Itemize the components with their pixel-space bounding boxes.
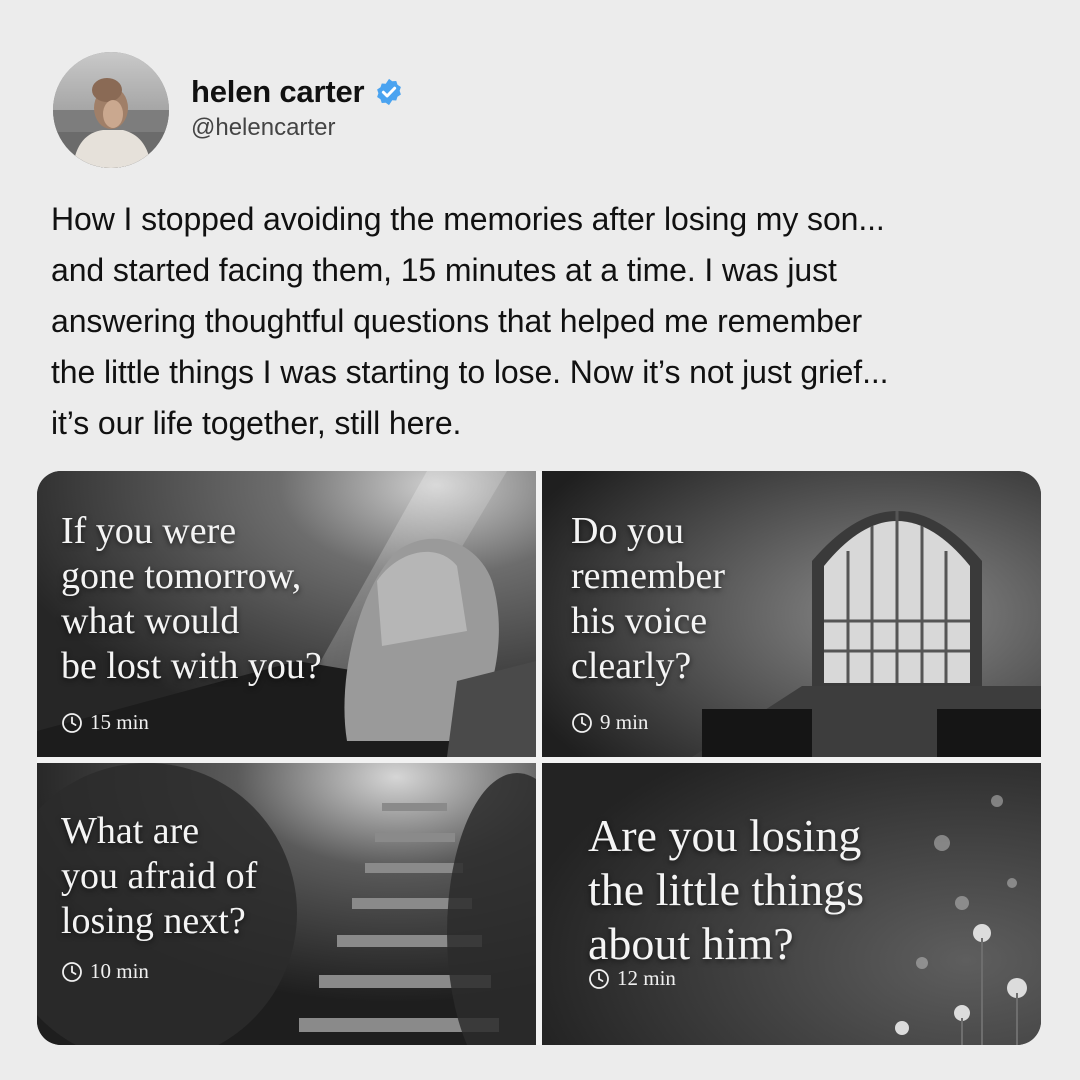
question-card-4[interactable]: Are you losing the little things about h… <box>542 763 1041 1045</box>
question-text: Do you remember his voice clearly? <box>571 510 726 687</box>
avatar[interactable] <box>53 52 169 168</box>
duration-label: 15 min <box>90 710 149 734</box>
clock-icon <box>62 712 82 733</box>
author-handle[interactable]: @helencarter <box>191 114 335 142</box>
name-row: helen carter <box>191 74 404 110</box>
media-grid: If you were gone tomorrow, what would be… <box>37 471 1041 1045</box>
post-body: How I stopped avoiding the memories afte… <box>51 201 889 441</box>
question-card-1[interactable]: If you were gone tomorrow, what would be… <box>37 471 536 757</box>
duration: 9 min <box>571 710 648 735</box>
duration: 10 min <box>61 959 149 984</box>
author-name[interactable]: helen carter <box>191 74 365 110</box>
question-card-2[interactable]: Do you remember his voice clearly? 9 min <box>542 471 1041 757</box>
duration-label: 9 min <box>600 710 649 734</box>
duration-label: 12 min <box>617 966 676 990</box>
verified-badge-icon <box>377 78 402 106</box>
duration-label: 10 min <box>90 959 149 983</box>
clock-icon <box>62 961 82 982</box>
clock-icon <box>572 712 592 733</box>
question-text: Are you losing the little things about h… <box>588 810 864 969</box>
duration: 12 min <box>588 966 676 991</box>
question-text: If you were gone tomorrow, what would be… <box>61 510 322 687</box>
post-header: helen carter @helencarter <box>53 52 753 170</box>
clock-icon <box>589 968 609 989</box>
question-card-3[interactable]: What are you afraid of losing next? 10 m… <box>37 763 536 1045</box>
question-text: What are you afraid of losing next? <box>61 810 258 942</box>
duration: 15 min <box>61 710 149 735</box>
